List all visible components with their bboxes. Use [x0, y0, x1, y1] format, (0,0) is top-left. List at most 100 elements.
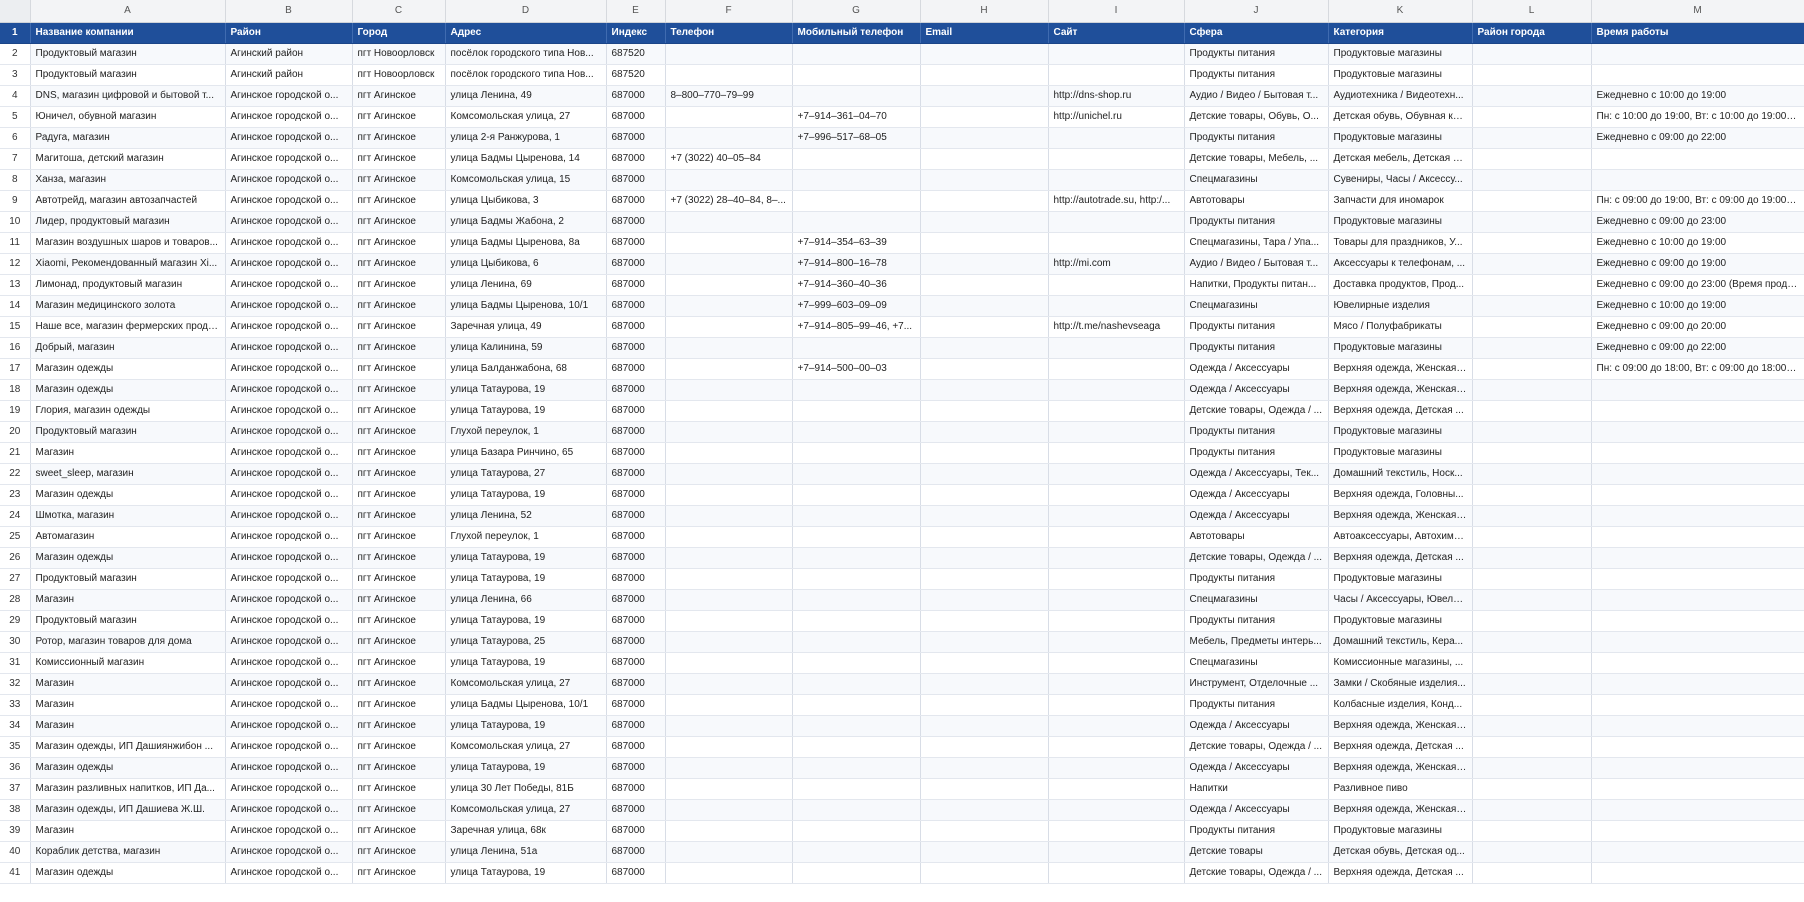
cell[interactable]: Сувениры, Часы / Аксессу...: [1328, 169, 1473, 191]
cell[interactable]: Одежда / Аксессуары: [1184, 715, 1329, 737]
cell[interactable]: Верхняя одежда, Женская ...: [1328, 715, 1473, 737]
cell[interactable]: Агинское городской о...: [225, 589, 353, 611]
cell[interactable]: [1472, 85, 1592, 107]
cell[interactable]: [1472, 715, 1592, 737]
cell[interactable]: пгт Агинское: [352, 127, 446, 149]
cell[interactable]: пгт Агинское: [352, 652, 446, 674]
cell[interactable]: пгт Агинское: [352, 463, 446, 485]
cell[interactable]: Верхняя одежда, Детская ...: [1328, 736, 1473, 758]
cell[interactable]: +7–999–603–09–09: [792, 295, 921, 317]
cell[interactable]: улица Татаурова, 19: [445, 862, 607, 884]
cell[interactable]: Агинское городской о...: [225, 736, 353, 758]
cell[interactable]: Агинское городской о...: [225, 841, 353, 863]
cell[interactable]: 687000: [606, 778, 666, 800]
row-number[interactable]: 35: [0, 736, 31, 758]
cell[interactable]: [920, 484, 1049, 506]
cell[interactable]: [792, 652, 921, 674]
cell[interactable]: [1472, 421, 1592, 443]
cell[interactable]: Замки / Скобяные изделия...: [1328, 673, 1473, 695]
cell[interactable]: Продукты питания: [1184, 694, 1329, 716]
cell[interactable]: улица Татаурова, 19: [445, 610, 607, 632]
cell[interactable]: http://mi.com: [1048, 253, 1185, 275]
row-number[interactable]: 13: [0, 274, 31, 296]
cell[interactable]: Агинское городской о...: [225, 127, 353, 149]
cell[interactable]: [1472, 106, 1592, 128]
cell[interactable]: Детская обувь, Детская од...: [1328, 841, 1473, 863]
cell[interactable]: [665, 337, 793, 359]
cell[interactable]: [665, 274, 793, 296]
cell[interactable]: Агинское городской о...: [225, 631, 353, 653]
row-number[interactable]: 12: [0, 253, 31, 275]
cell[interactable]: [1472, 358, 1592, 380]
cell[interactable]: Агинское городской о...: [225, 484, 353, 506]
cell[interactable]: пгт Агинское: [352, 757, 446, 779]
cell[interactable]: [1472, 463, 1592, 485]
row-number[interactable]: 39: [0, 820, 31, 842]
cell[interactable]: пгт Агинское: [352, 169, 446, 191]
cell[interactable]: Ежедневно с 10:00 до 19:00: [1591, 295, 1804, 317]
cell[interactable]: пгт Агинское: [352, 484, 446, 506]
cell[interactable]: [792, 820, 921, 842]
cell[interactable]: [1591, 820, 1804, 842]
cell[interactable]: [665, 589, 793, 611]
row-number[interactable]: 31: [0, 652, 31, 674]
cell[interactable]: Заречная улица, 49: [445, 316, 607, 338]
cell[interactable]: Верхняя одежда, Женская ...: [1328, 757, 1473, 779]
cell[interactable]: 687000: [606, 505, 666, 527]
cell[interactable]: Продуктовые магазины: [1328, 610, 1473, 632]
cell[interactable]: Верхняя одежда, Головны...: [1328, 484, 1473, 506]
cell[interactable]: пгт Агинское: [352, 274, 446, 296]
cell[interactable]: Продуктовый магазин: [30, 64, 226, 86]
cell[interactable]: пгт Агинское: [352, 547, 446, 569]
cell[interactable]: улица Татаурова, 19: [445, 715, 607, 737]
cell[interactable]: Продукты питания: [1184, 64, 1329, 86]
cell[interactable]: [792, 505, 921, 527]
cell[interactable]: Продуктовые магазины: [1328, 127, 1473, 149]
header-cell[interactable]: Индекс: [606, 22, 666, 44]
cell[interactable]: пгт Агинское: [352, 841, 446, 863]
cell[interactable]: [792, 211, 921, 233]
cell[interactable]: 687000: [606, 316, 666, 338]
cell[interactable]: [665, 673, 793, 695]
cell[interactable]: улица Татаурова, 19: [445, 400, 607, 422]
cell[interactable]: [920, 274, 1049, 296]
cell[interactable]: Продукты питания: [1184, 820, 1329, 842]
row-number[interactable]: 6: [0, 127, 31, 149]
column-header-c[interactable]: C: [352, 0, 446, 23]
cell[interactable]: [920, 526, 1049, 548]
cell[interactable]: Агинское городской о...: [225, 610, 353, 632]
cell[interactable]: [1048, 148, 1185, 170]
cell[interactable]: Продуктовый магазин: [30, 421, 226, 443]
cell[interactable]: [1048, 568, 1185, 590]
cell[interactable]: 687520: [606, 64, 666, 86]
cell[interactable]: 687000: [606, 442, 666, 464]
row-number[interactable]: 16: [0, 337, 31, 359]
row-number[interactable]: 37: [0, 778, 31, 800]
cell[interactable]: [665, 862, 793, 884]
cell[interactable]: [1048, 43, 1185, 65]
row-number[interactable]: 18: [0, 379, 31, 401]
cell[interactable]: [792, 85, 921, 107]
cell[interactable]: [1048, 799, 1185, 821]
column-header-e[interactable]: E: [606, 0, 666, 23]
column-header-m[interactable]: M: [1591, 0, 1804, 23]
cell[interactable]: [920, 652, 1049, 674]
cell[interactable]: Напитки, Продукты питан...: [1184, 274, 1329, 296]
cell[interactable]: [1472, 778, 1592, 800]
cell[interactable]: Агинское городской о...: [225, 778, 353, 800]
row-number[interactable]: 20: [0, 421, 31, 443]
row-number[interactable]: 25: [0, 526, 31, 548]
cell[interactable]: Детская мебель, Детская о...: [1328, 148, 1473, 170]
cell[interactable]: 687000: [606, 568, 666, 590]
cell[interactable]: [1472, 295, 1592, 317]
cell[interactable]: [1472, 631, 1592, 653]
cell[interactable]: Спецмагазины: [1184, 589, 1329, 611]
cell[interactable]: [665, 358, 793, 380]
cell[interactable]: пгт Агинское: [352, 253, 446, 275]
cell[interactable]: 687000: [606, 862, 666, 884]
header-cell[interactable]: Сфера: [1184, 22, 1329, 44]
cell[interactable]: [1472, 232, 1592, 254]
cell[interactable]: Верхняя одежда, Детская ...: [1328, 547, 1473, 569]
cell[interactable]: [1048, 631, 1185, 653]
cell[interactable]: 687000: [606, 652, 666, 674]
